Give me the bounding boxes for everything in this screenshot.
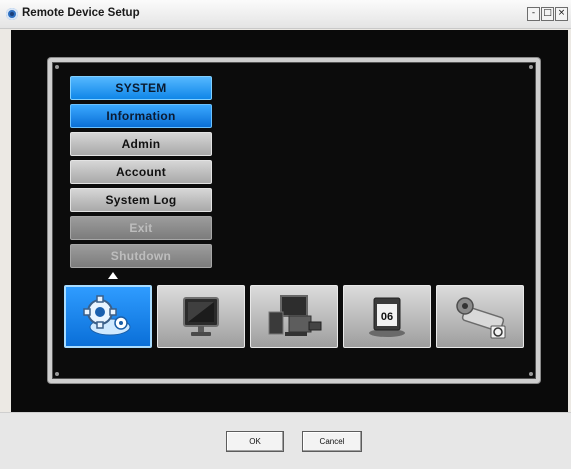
cancel-button[interactable]: Cancel — [302, 431, 362, 452]
schedule-calendar-icon: 06 — [369, 297, 405, 337]
system-menu: SYSTEM Information Admin Account System … — [70, 76, 212, 272]
category-icon-bar: 06 — [64, 285, 524, 348]
schedule-category-button[interactable]: 06 — [343, 285, 431, 348]
window-title: Remote Device Setup — [22, 7, 140, 19]
network-category-button[interactable] — [436, 285, 524, 348]
display-monitor-icon — [183, 297, 219, 336]
minimize-button[interactable]: - — [527, 7, 540, 21]
client-area: SYSTEM Information Admin Account System … — [11, 30, 568, 412]
system-gear-icon — [83, 295, 131, 336]
calendar-day-text: 06 — [381, 311, 393, 323]
devices-category-button[interactable] — [250, 285, 338, 348]
title-bar[interactable]: Remote Device Setup - □ × — [0, 0, 571, 29]
dialog-button-bar: OK Cancel — [0, 412, 571, 469]
menu-header-system: SYSTEM — [70, 76, 212, 100]
devices-icon — [268, 295, 322, 336]
ok-button[interactable]: OK — [226, 431, 284, 452]
maximize-button[interactable]: □ — [541, 7, 554, 21]
panel-screw — [529, 65, 533, 69]
app-icon — [6, 8, 18, 20]
panel-screw — [55, 65, 59, 69]
window-controls: - □ × — [527, 7, 568, 21]
close-button[interactable]: × — [555, 7, 568, 21]
menu-item-information[interactable]: Information — [70, 104, 212, 128]
selection-caret-icon — [108, 272, 118, 279]
display-category-button[interactable] — [157, 285, 245, 348]
menu-item-shutdown: Shutdown — [70, 244, 212, 268]
menu-item-system-log[interactable]: System Log — [70, 188, 212, 212]
panel-screw — [529, 372, 533, 376]
system-category-button[interactable] — [64, 285, 152, 348]
menu-item-exit: Exit — [70, 216, 212, 240]
menu-item-account[interactable]: Account — [70, 160, 212, 184]
menu-item-admin[interactable]: Admin — [70, 132, 212, 156]
setup-panel: SYSTEM Information Admin Account System … — [48, 58, 540, 383]
remote-device-setup-window: Remote Device Setup - □ × SYSTEM Informa… — [0, 0, 571, 469]
network-camera-icon — [456, 297, 506, 339]
panel-screw — [55, 372, 59, 376]
